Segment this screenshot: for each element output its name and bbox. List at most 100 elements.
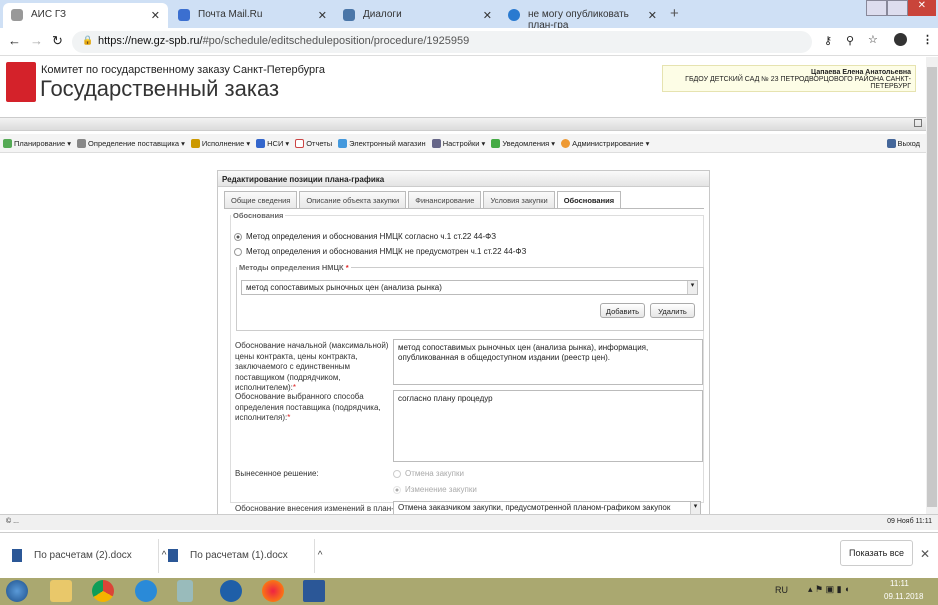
menu-planning[interactable]: Планирование ▾ bbox=[3, 138, 71, 148]
user-icon bbox=[561, 138, 571, 148]
maximize-button[interactable] bbox=[886, 0, 908, 16]
menu-supplier[interactable]: Определение поставщика ▾ bbox=[77, 138, 185, 148]
calculator-icon[interactable] bbox=[177, 580, 193, 602]
close-icon[interactable]: ✕ bbox=[151, 9, 160, 22]
method-choice-label: Обоснование выбранного способа определен… bbox=[235, 392, 381, 422]
language-indicator[interactable]: RU bbox=[775, 585, 788, 595]
methods-legend: Методы определения НМЦК bbox=[239, 263, 344, 272]
new-tab-button[interactable]: + bbox=[670, 5, 679, 22]
user-org: ГБДОУ ДЕТСКИЙ САД № 23 ПЕТРОДВОРЦОВОГО Р… bbox=[685, 76, 911, 90]
report-icon bbox=[295, 138, 305, 148]
tab-general[interactable]: Общие сведения bbox=[224, 191, 298, 208]
add-button[interactable]: Добавить bbox=[600, 303, 645, 318]
chevron-down-icon[interactable]: ▾ bbox=[690, 502, 700, 514]
radio-cancel-purchase[interactable]: Отмена закупки bbox=[393, 469, 464, 478]
menu-label: Администрирование ▾ bbox=[572, 138, 650, 148]
url-path: #po/schedule/editscheduleposition/proced… bbox=[202, 35, 470, 47]
tab-description[interactable]: Описание объекта закупки bbox=[299, 191, 407, 208]
exit-icon bbox=[886, 138, 896, 148]
browser-tab[interactable]: Почта Mail.Ru ✕ bbox=[170, 3, 335, 28]
firefox-icon[interactable] bbox=[262, 580, 284, 602]
ie-icon[interactable] bbox=[135, 580, 157, 602]
radio-nmck-not-per-law[interactable]: Метод определения и обоснования НМЦК не … bbox=[234, 247, 526, 256]
execution-icon bbox=[190, 138, 200, 148]
menu-execution[interactable]: Исполнение ▾ bbox=[190, 138, 251, 148]
menu-notifications[interactable]: Уведомления ▾ bbox=[491, 138, 555, 148]
lock-icon: 🔒 bbox=[82, 35, 94, 45]
menu-nsi[interactable]: НСИ ▾ bbox=[256, 138, 289, 148]
app-icon[interactable] bbox=[220, 580, 242, 602]
downloads-bar: По расчетам (2).docx ^ По расчетам (1).do… bbox=[0, 532, 938, 578]
close-window-button[interactable]: ✕ bbox=[907, 0, 936, 16]
back-icon[interactable]: ← bbox=[8, 33, 21, 48]
show-all-button[interactable]: Показать все bbox=[840, 540, 913, 566]
clock-time[interactable]: 11:11 bbox=[890, 579, 909, 588]
close-downloads-icon[interactable]: ✕ bbox=[920, 547, 930, 561]
scrollbar-thumb[interactable] bbox=[927, 67, 937, 507]
change-select[interactable]: Отмена заказчиком закупки, предусмотренн… bbox=[393, 501, 701, 515]
word-icon[interactable] bbox=[303, 580, 325, 602]
dialog-tabs: Общие сведения Описание объекта закупки … bbox=[224, 191, 623, 208]
select-value: метод сопоставимых рыночных цен (анализа… bbox=[246, 283, 442, 292]
tray-icons[interactable]: ▴ ⚑ ▣ ▮ ◖ bbox=[808, 584, 849, 595]
menu-reports[interactable]: Отчеты bbox=[295, 138, 332, 148]
nmck-textarea[interactable]: метод сопоставимых рыночных цен (анализа… bbox=[393, 339, 703, 385]
chevron-up-icon[interactable]: ^ bbox=[162, 550, 167, 561]
tab-financing[interactable]: Финансирование bbox=[408, 191, 482, 208]
radio-nmck-per-law[interactable]: Метод определения и обоснования НМЦК сог… bbox=[234, 232, 496, 241]
info-icon bbox=[508, 9, 520, 21]
wrench-icon bbox=[431, 138, 441, 148]
menu-label: Настройки ▾ bbox=[442, 138, 486, 148]
radio-label: Метод определения и обоснования НМЦК не … bbox=[246, 247, 527, 256]
menu-admin[interactable]: Администрирование ▾ bbox=[561, 138, 650, 148]
word-doc-icon bbox=[12, 549, 22, 562]
close-icon[interactable]: ✕ bbox=[483, 9, 492, 22]
required-mark: * bbox=[292, 383, 297, 392]
download-item[interactable]: По расчетам (1).docx ^ bbox=[168, 549, 323, 562]
collapse-bar bbox=[0, 117, 926, 131]
required-mark: * bbox=[287, 413, 291, 422]
tab-conditions[interactable]: Условия закупки bbox=[483, 191, 555, 208]
select-value: Отмена заказчиком закупки, предусмотренн… bbox=[398, 503, 671, 512]
delete-button[interactable]: Удалить bbox=[650, 303, 695, 318]
gears-icon bbox=[77, 138, 87, 148]
browser-tab[interactable]: не могу опубликовать план-гра ✕ bbox=[500, 3, 665, 31]
minimize-button[interactable] bbox=[866, 0, 887, 16]
close-icon[interactable]: ✕ bbox=[318, 9, 327, 22]
radio-change-purchase[interactable]: Изменение закупки bbox=[393, 485, 477, 494]
menu-settings[interactable]: Настройки ▾ bbox=[431, 138, 486, 148]
forward-icon[interactable]: → bbox=[30, 33, 43, 48]
zoom-icon[interactable]: ⚲ bbox=[846, 34, 854, 47]
tab-title: Диалоги bbox=[363, 9, 402, 20]
status-bar: © ... 09 Нояб 11:11 bbox=[0, 514, 938, 530]
menu-eshop[interactable]: Электронный магазин bbox=[338, 138, 426, 148]
menu-icon[interactable]: ⋮ bbox=[922, 33, 933, 46]
tab-justifications[interactable]: Обоснования bbox=[556, 191, 622, 208]
clock-date[interactable]: 09.11.2018 bbox=[884, 592, 923, 601]
chevron-up-icon[interactable]: ^ bbox=[318, 550, 323, 561]
menu-exit[interactable]: Выход bbox=[886, 138, 920, 148]
collapse-icon[interactable] bbox=[914, 119, 922, 127]
reload-icon[interactable]: ↻ bbox=[52, 33, 63, 49]
chrome-icon[interactable] bbox=[92, 580, 114, 602]
browser-tab[interactable]: АИС ГЗ ✕ bbox=[3, 3, 168, 28]
profile-icon[interactable] bbox=[894, 33, 907, 46]
method-select[interactable]: метод сопоставимых рыночных цен (анализа… bbox=[241, 280, 698, 295]
close-icon[interactable]: ✕ bbox=[648, 9, 657, 22]
url-bar[interactable]: 🔒 https://new.gz-spb.ru/#po/schedule/edit… bbox=[72, 31, 812, 53]
menu-label: Исполнение ▾ bbox=[201, 138, 251, 148]
edit-position-dialog: Редактирование позиции плана-графика Общ… bbox=[217, 170, 710, 515]
radio-label: Отмена закупки bbox=[405, 469, 464, 478]
methods-group: Методы определения НМЦК * bbox=[236, 263, 704, 331]
star-icon[interactable]: ☆ bbox=[868, 33, 878, 46]
explorer-icon[interactable] bbox=[50, 580, 72, 602]
download-item[interactable]: По расчетам (2).docx ^ bbox=[12, 549, 167, 562]
site-title: Государственный заказ bbox=[40, 76, 280, 101]
chevron-down-icon[interactable]: ▾ bbox=[687, 281, 697, 294]
mail-icon bbox=[178, 9, 190, 21]
start-button[interactable] bbox=[6, 580, 28, 602]
browser-tab[interactable]: Диалоги ✕ bbox=[335, 3, 500, 28]
browser-tab-bar: АИС ГЗ ✕ Почта Mail.Ru ✕ Диалоги ✕ не могу … bbox=[0, 0, 938, 31]
key-icon[interactable]: ⚷ bbox=[824, 34, 832, 47]
method-choice-textarea[interactable]: согласно плану процедур bbox=[393, 390, 703, 462]
